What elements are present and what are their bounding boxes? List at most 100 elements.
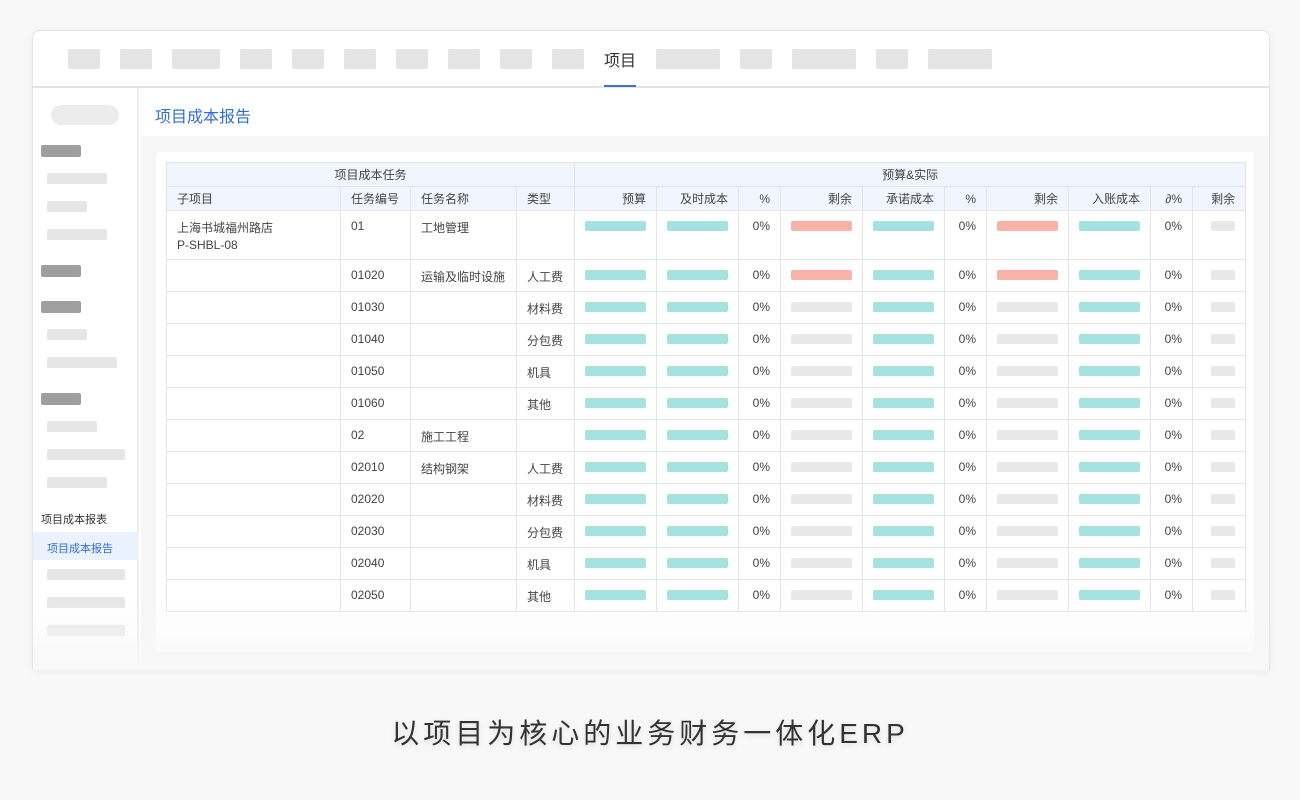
value-placeholder-bar [997,558,1059,568]
column-header[interactable]: ∂% [1150,186,1194,211]
sidebar-item-placeholder[interactable] [47,449,125,460]
column-header[interactable]: 预算 [574,186,658,211]
cell-bar [574,259,658,292]
nav-tab-placeholder[interactable] [172,49,220,69]
nav-tab-placeholder[interactable] [68,49,100,69]
sidebar-item-placeholder[interactable] [47,329,87,340]
nav-tab-placeholder[interactable] [240,49,272,69]
cell-type: 机具 [515,355,576,388]
value-placeholder-bar [1211,302,1236,312]
nav-tab-placeholder[interactable] [656,49,720,69]
cell-bar [780,210,864,260]
cell-bar [574,419,658,452]
table-row[interactable]: 02020 材料费 0% 0% 0% [166,483,1247,516]
cell-bar [574,547,658,580]
sidebar-search-placeholder[interactable] [51,105,119,125]
value-placeholder-bar [585,302,647,312]
cell-bar [862,387,946,420]
cell-bar [1068,547,1152,580]
cell-code: 02010 [340,451,411,484]
column-header[interactable]: 任务名称 [410,186,517,211]
table-row[interactable]: 01040 分包费 0% 0% 0% [166,323,1247,356]
column-header[interactable]: 入账成本 [1068,186,1152,211]
column-header[interactable]: 及时成本 [656,186,740,211]
table-row[interactable]: 01020 运输及临时设施 人工费 0% 0% 0% [166,259,1247,292]
nav-tab-placeholder[interactable] [396,49,428,69]
cell-name [410,291,517,324]
nav-tab-placeholder[interactable] [876,49,908,69]
group-header-tasks: 项目成本任务 [165,162,576,187]
cell-name [410,579,517,612]
table-row[interactable]: 01060 其他 0% 0% 0% [166,387,1247,420]
cell-bar [862,323,946,356]
nav-tab-placeholder[interactable] [928,49,992,69]
value-placeholder-bar [1211,366,1236,376]
column-header[interactable]: 剩余 [986,186,1070,211]
sidebar-item-placeholder[interactable] [47,569,125,580]
value-placeholder-bar [585,494,647,504]
sidebar-item-placeholder[interactable] [47,173,107,184]
table-row[interactable]: 02050 其他 0% 0% 0% [166,579,1247,612]
cell-bar [1068,323,1152,356]
sidebar-item-placeholder[interactable] [47,201,87,212]
column-header[interactable]: 子项目 [166,186,341,211]
column-header[interactable]: 类型 [515,186,576,211]
sidebar-group-placeholder [41,393,81,405]
value-placeholder-bar [873,590,935,600]
value-placeholder-bar [1079,334,1141,344]
table-row[interactable]: 01050 机具 0% 0% 0% [166,355,1247,388]
column-header[interactable]: % [944,186,988,211]
nav-tab-placeholder[interactable] [120,49,152,69]
value-placeholder-bar [667,366,729,376]
column-header[interactable]: 任务编号 [340,186,411,211]
column-header[interactable]: 剩余 [780,186,864,211]
value-placeholder-bar [873,221,935,231]
cell-bar [862,579,946,612]
table-row[interactable]: 02010 结构钢架 人工费 0% 0% 0% [166,451,1247,484]
sidebar-item-placeholder[interactable] [47,357,117,368]
nav-tab-placeholder[interactable] [792,49,856,69]
sidebar-item-placeholder[interactable] [47,229,107,240]
cell-type: 人工费 [515,451,576,484]
cell-bar [574,210,658,260]
nav-tab-placeholder[interactable] [552,49,584,69]
sidebar-item-placeholder[interactable] [47,477,107,488]
table-row[interactable]: 01030 材料费 0% 0% 0% [166,291,1247,324]
sidebar-item-placeholder[interactable] [47,625,125,636]
nav-tab-placeholder[interactable] [292,49,324,69]
nav-tab-placeholder[interactable] [500,49,532,69]
cell-bar [656,259,740,292]
value-placeholder-bar [1079,270,1141,280]
cell-p1: 0% [738,419,782,452]
value-placeholder-bar [1079,221,1141,231]
column-header[interactable]: % [738,186,782,211]
cell-name [410,483,517,516]
sidebar-item-project-cost-report[interactable]: 项目成本报告 [33,532,139,560]
sidebar-item-placeholder[interactable] [47,597,125,608]
nav-tab-placeholder[interactable] [448,49,480,69]
cell-bar [986,483,1070,516]
cell-bar [1068,259,1152,292]
cell-p2: 0% [944,355,988,388]
cell-name [410,515,517,548]
column-header[interactable]: 承诺成本 [862,186,946,211]
cell-bar [574,515,658,548]
table-row[interactable]: 02 施工工程 0% 0% 0% [166,419,1247,452]
cell-p3: 0% [1150,210,1194,260]
table-row[interactable]: 上海书城福州路店 P-SHBL-08 01 工地管理 0% 0% 0% [166,210,1247,260]
value-placeholder-bar [997,430,1059,440]
sidebar-item-placeholder[interactable] [47,421,97,432]
nav-tab-placeholder[interactable] [344,49,376,69]
value-placeholder-bar [873,302,935,312]
nav-tab-placeholder[interactable] [740,49,772,69]
cell-bar [1192,291,1247,324]
cell-p3: 0% [1150,547,1194,580]
table-row[interactable]: 02030 分包费 0% 0% 0% [166,515,1247,548]
value-placeholder-bar [997,270,1059,280]
cell-p1: 0% [738,515,782,548]
cell-bar [1068,210,1152,260]
table-row[interactable]: 02040 机具 0% 0% 0% [166,547,1247,580]
column-header[interactable]: 剩余 [1192,186,1247,211]
nav-tab-project[interactable]: 项目 [604,47,636,71]
cell-bar [780,483,864,516]
